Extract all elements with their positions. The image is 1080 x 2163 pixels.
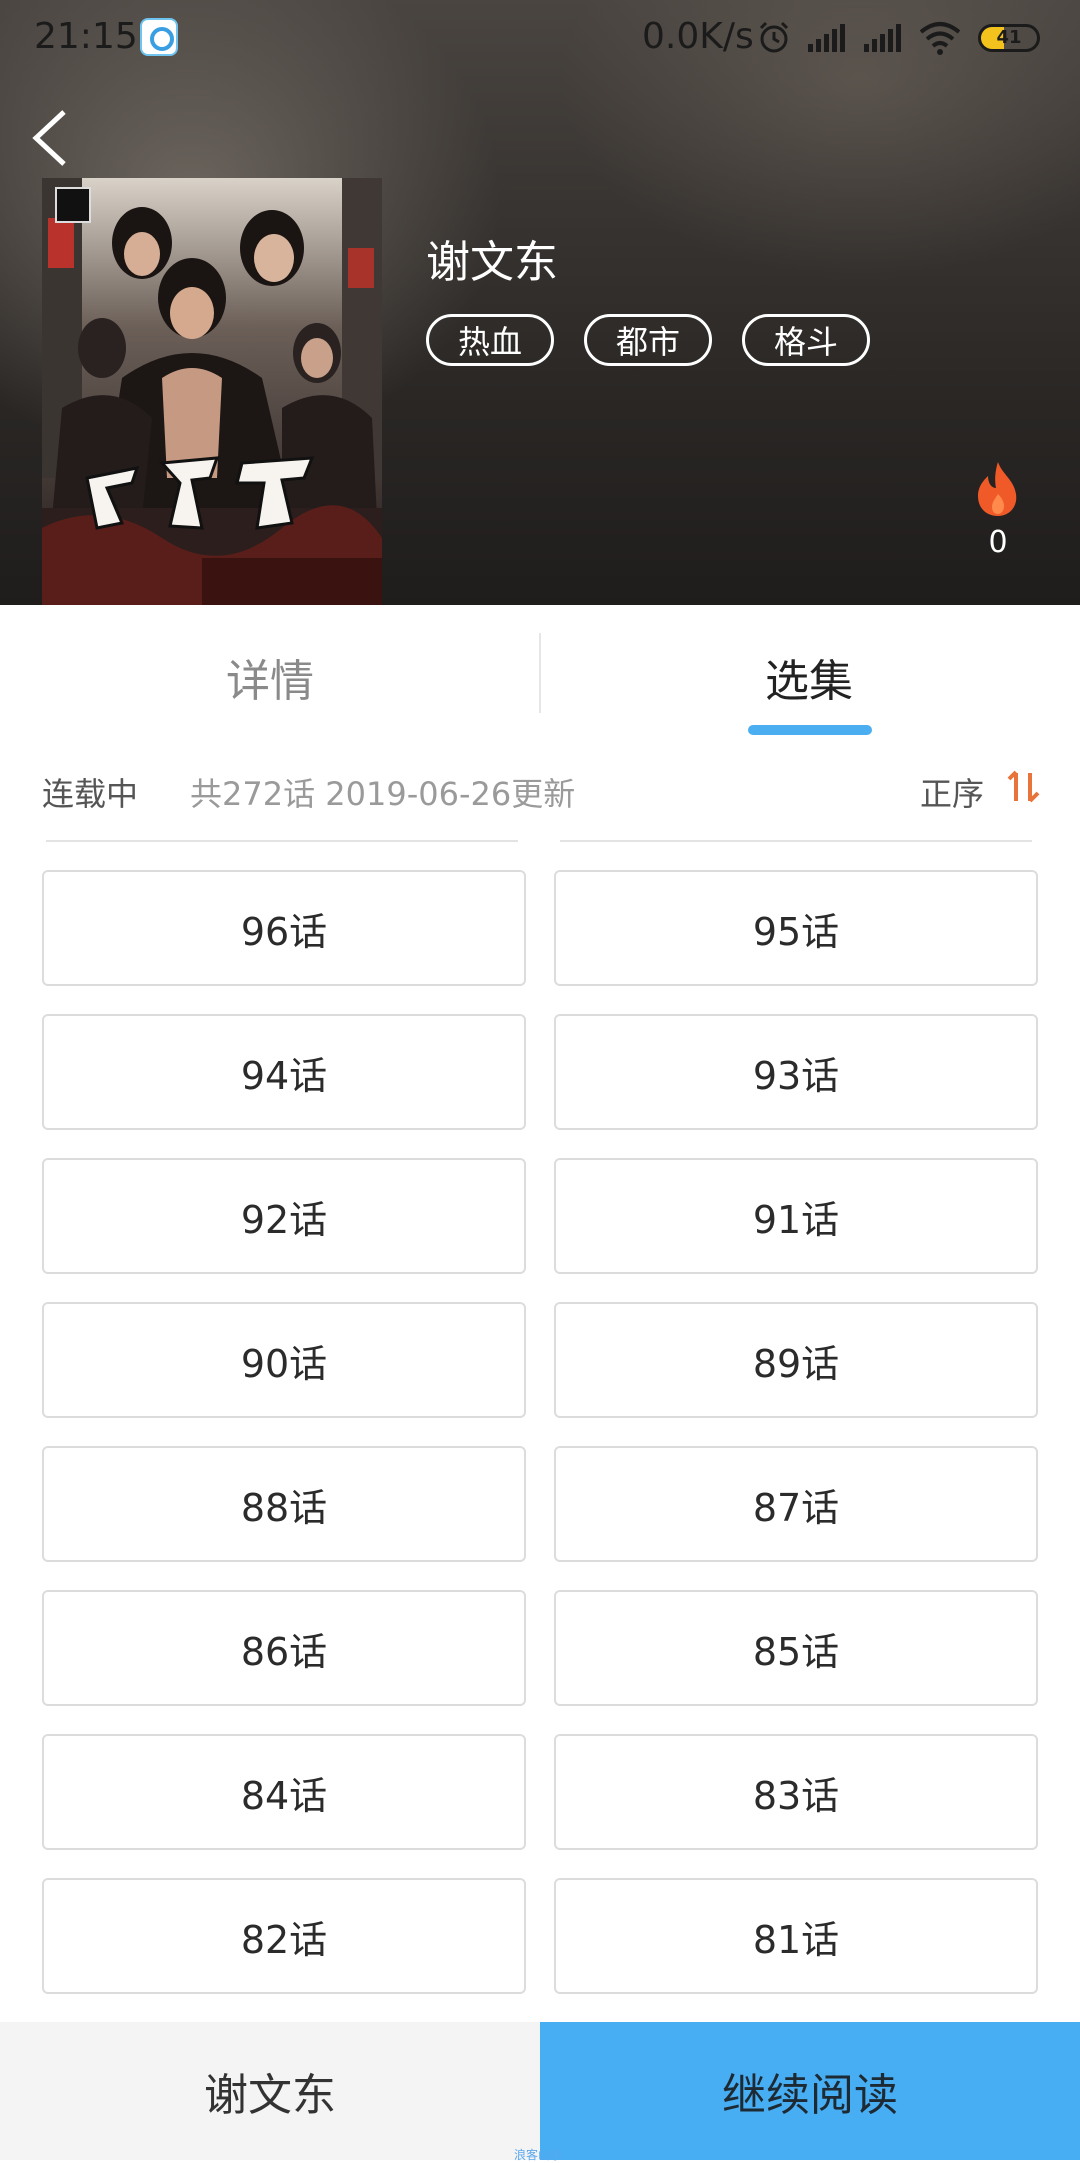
chevron-left-icon	[32, 110, 66, 166]
episode-button[interactable]: 94话	[42, 1014, 526, 1130]
signal-icon	[864, 24, 901, 52]
episode-button[interactable]: 93话	[554, 1014, 1038, 1130]
network-speed: 0.0K/s	[642, 16, 754, 57]
app-icon	[140, 18, 178, 56]
back-button[interactable]	[28, 108, 78, 168]
episode-button[interactable]: 86话	[42, 1590, 526, 1706]
flame-icon	[978, 462, 1017, 516]
episode-button[interactable]: 84话	[42, 1734, 526, 1850]
alarm-icon	[759, 21, 789, 53]
tab-episodes[interactable]: 选集	[765, 645, 853, 709]
comic-name-footer: 谢文东	[0, 2022, 540, 2160]
tag-list: 热血 都市 格斗	[426, 314, 870, 366]
episode-info-row: 连载中 共272话 2019-06-26更新 正序	[0, 745, 1080, 835]
comic-cover	[42, 178, 382, 605]
tag-chip[interactable]: 都市	[584, 314, 712, 366]
episode-button[interactable]: 82话	[42, 1878, 526, 1994]
episode-button[interactable]: 92话	[42, 1158, 526, 1274]
separator-line	[46, 840, 518, 842]
bottom-note: 浪客山乐	[514, 2148, 563, 2162]
tab-details[interactable]: 详情	[226, 645, 314, 709]
sort-icon[interactable]	[1004, 767, 1044, 807]
tab-bar: 详情 选集	[0, 605, 1080, 745]
episode-button[interactable]: 87话	[554, 1446, 1038, 1562]
status-bar: 21:15 0.0K/s 41	[0, 0, 1080, 78]
comic-title: 谢文东	[426, 237, 558, 288]
continue-reading-button[interactable]: 继续阅读	[540, 2022, 1080, 2160]
tag-chip[interactable]: 热血	[426, 314, 554, 366]
hot-count: 0	[988, 525, 1008, 560]
episode-button[interactable]: 85话	[554, 1590, 1038, 1706]
episode-button[interactable]: 83话	[554, 1734, 1038, 1850]
battery-level: 41	[996, 27, 1022, 48]
status-time: 21:15	[34, 16, 138, 57]
episode-button[interactable]: 96话	[42, 870, 526, 986]
episode-button[interactable]: 90话	[42, 1302, 526, 1418]
separator-line	[560, 840, 1032, 842]
tag-chip[interactable]: 格斗	[742, 314, 870, 366]
cover-illustration	[42, 178, 382, 605]
battery-icon: 41	[978, 24, 1040, 52]
wifi-icon	[919, 22, 961, 55]
serial-status: 连载中	[42, 775, 139, 813]
tab-divider	[539, 633, 541, 713]
comic-header: 21:15 0.0K/s 41 谢文东 热血 都市 格斗 0	[0, 0, 1080, 605]
episode-button[interactable]: 89话	[554, 1302, 1038, 1418]
episode-button[interactable]: 88话	[42, 1446, 526, 1562]
active-tab-indicator	[748, 725, 872, 735]
episode-button[interactable]: 81话	[554, 1878, 1038, 1994]
episode-button[interactable]: 91话	[554, 1158, 1038, 1274]
episode-button[interactable]: 95话	[554, 870, 1038, 986]
hot-indicator	[968, 458, 1028, 522]
episode-count-updated: 共272话 2019-06-26更新	[190, 775, 576, 813]
sort-order-button[interactable]: 正序	[920, 769, 984, 815]
signal-icon	[808, 24, 845, 52]
